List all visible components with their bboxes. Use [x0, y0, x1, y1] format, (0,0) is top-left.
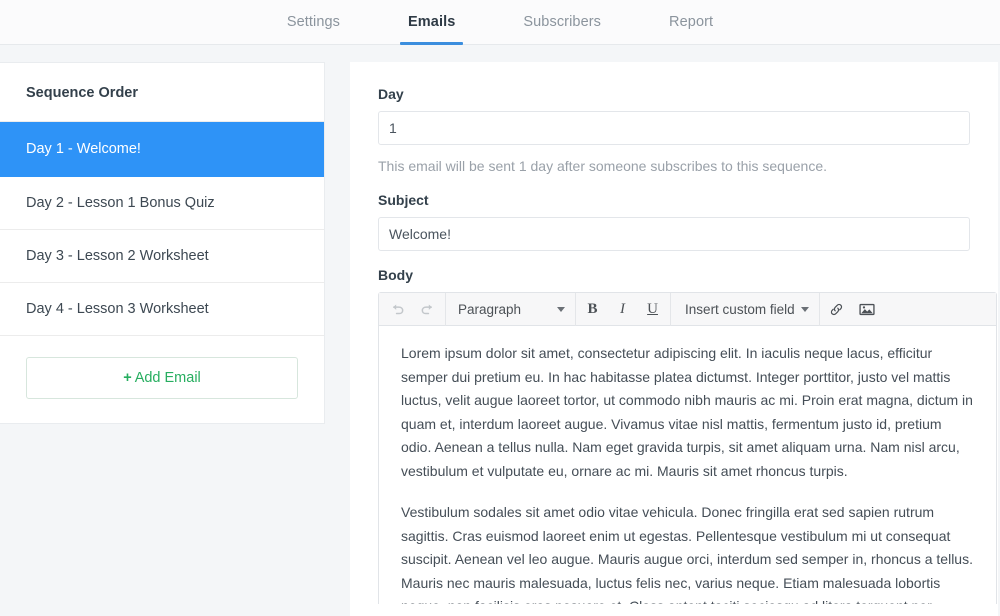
tab-settings-label: Settings	[286, 14, 341, 30]
tab-subscribers[interactable]: Subscribers	[489, 0, 635, 44]
underline-button[interactable]: U	[638, 294, 668, 325]
sidebar-item-day-1-label: Day 1 - Welcome!	[26, 141, 141, 157]
top-navigation: Settings Emails Subscribers Report	[0, 0, 1000, 45]
toolbar-divider-1	[445, 292, 446, 326]
insert-custom-field-label: Insert custom field	[685, 301, 795, 317]
chevron-down-icon	[800, 306, 809, 312]
day-help-text: This email will be sent 1 day after some…	[378, 158, 828, 174]
sidebar-footer: + Add Email	[0, 336, 324, 423]
toolbar-divider-3	[670, 292, 672, 326]
subject-label: Subject	[378, 192, 429, 208]
block-format-select[interactable]: Paragraph	[448, 294, 573, 325]
tab-report[interactable]: Report	[635, 0, 747, 44]
sidebar-item-day-2[interactable]: Day 2 - Lesson 1 Bonus Quiz	[0, 177, 324, 230]
link-icon[interactable]	[822, 294, 852, 325]
body-paragraph: Lorem ipsum dolor sit amet, consectetur …	[401, 345, 973, 479]
tab-report-label: Report	[669, 14, 714, 30]
sidebar-title: Sequence Order	[0, 63, 324, 122]
day-label: Day	[378, 86, 404, 102]
undo-icon[interactable]	[383, 294, 413, 325]
sidebar-item-day-1[interactable]: Day 1 - Welcome!	[0, 122, 324, 177]
sidebar-item-day-4-label: Day 4 - Lesson 3 Worksheet	[26, 301, 209, 317]
toolbar-divider-4	[818, 292, 820, 326]
plus-icon: +	[123, 370, 132, 386]
tab-emails-label: Emails	[408, 14, 456, 30]
day-input[interactable]	[378, 111, 970, 145]
add-email-label: Add Email	[134, 370, 201, 386]
sequence-order-panel: Sequence Order Day 1 - Welcome! Day 2 - …	[0, 62, 325, 424]
redo-icon[interactable]	[413, 294, 443, 325]
chevron-down-icon	[557, 306, 566, 312]
workspace: Sequence Order Day 1 - Welcome! Day 2 - …	[0, 45, 1000, 616]
sidebar-item-day-3[interactable]: Day 3 - Lesson 2 Worksheet	[0, 230, 324, 283]
editor-toolbar: Paragraph B I U Insert custom field	[379, 292, 996, 326]
body-paragraph: Vestibulum sodales sit amet odio vitae v…	[401, 504, 973, 604]
editor-content-area[interactable]: Lorem ipsum dolor sit amet, consectetur …	[379, 326, 996, 604]
body-field-group: Body	[350, 267, 998, 283]
insert-custom-field-select[interactable]: Insert custom field	[673, 294, 817, 325]
body-label: Body	[378, 267, 413, 283]
add-email-button[interactable]: + Add Email	[26, 357, 298, 399]
sidebar-item-day-4[interactable]: Day 4 - Lesson 3 Worksheet	[0, 283, 324, 336]
subject-field-group: Subject	[350, 192, 998, 251]
italic-button[interactable]: I	[608, 294, 638, 325]
sequence-list: Day 1 - Welcome! Day 2 - Lesson 1 Bonus …	[0, 122, 324, 336]
day-field-group: Day This email will be sent 1 day after …	[350, 86, 998, 174]
sidebar-item-day-3-label: Day 3 - Lesson 2 Worksheet	[26, 248, 209, 264]
email-editor-panel: Day This email will be sent 1 day after …	[350, 62, 998, 616]
sidebar-item-day-2-label: Day 2 - Lesson 1 Bonus Quiz	[26, 195, 215, 211]
bold-button[interactable]: B	[578, 294, 608, 325]
image-icon[interactable]	[852, 294, 883, 325]
tab-subscribers-label: Subscribers	[523, 14, 602, 30]
tab-settings[interactable]: Settings	[253, 0, 374, 44]
tab-emails[interactable]: Emails	[374, 0, 489, 45]
rich-text-editor: Paragraph B I U Insert custom field Lore…	[378, 292, 997, 604]
toolbar-divider-2	[575, 292, 577, 326]
subject-input[interactable]	[378, 217, 970, 251]
block-format-label: Paragraph	[458, 301, 522, 317]
